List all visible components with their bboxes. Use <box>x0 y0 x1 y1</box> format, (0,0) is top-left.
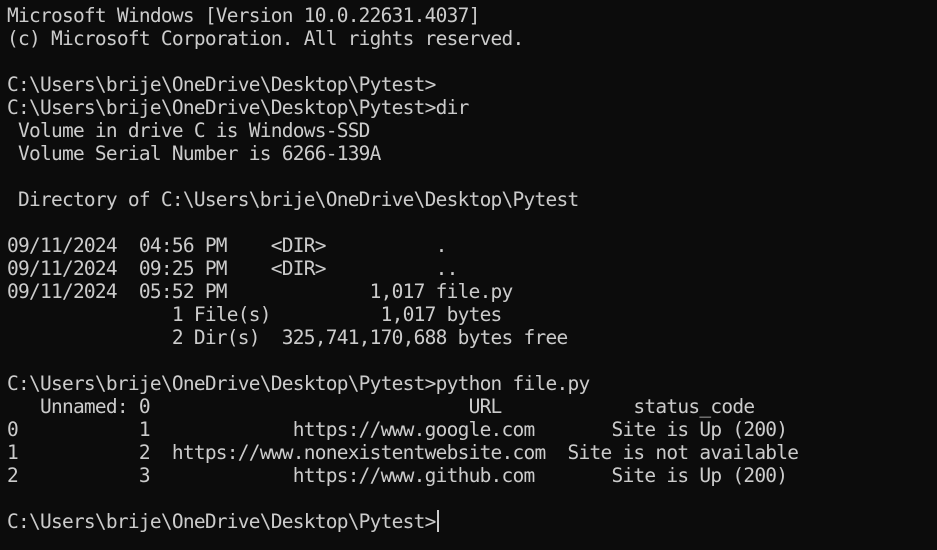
terminal-line-prompt: C:\Users\brije\OneDrive\Desktop\Pytest> <box>7 73 436 96</box>
dir-listing-file-summary: 1 File(s) 1,017 bytes <box>7 303 502 326</box>
terminal-line-volume: Volume in drive C is Windows-SSD <box>7 119 370 142</box>
dir-listing-entry: 09/11/2024 04:56 PM <DIR> . <box>7 234 447 257</box>
dir-listing-dir-summary: 2 Dir(s) 325,741,170,688 bytes free <box>7 326 568 349</box>
terminal-line-copyright: (c) Microsoft Corporation. All rights re… <box>7 27 524 50</box>
terminal-input-line[interactable]: C:\Users\brije\OneDrive\Desktop\Pytest> <box>7 510 937 533</box>
terminal-line-dir-command: C:\Users\brije\OneDrive\Desktop\Pytest>d… <box>7 96 469 119</box>
terminal-line-python-command: C:\Users\brije\OneDrive\Desktop\Pytest>p… <box>7 372 590 395</box>
terminal-line-serial: Volume Serial Number is 6266-139A <box>7 142 381 165</box>
text-cursor <box>436 510 439 532</box>
dataframe-row: 1 2 https://www.nonexistentwebsite.com S… <box>7 441 799 464</box>
dataframe-row: 2 3 https://www.github.com Site is Up (2… <box>7 464 788 487</box>
terminal-current-prompt: C:\Users\brije\OneDrive\Desktop\Pytest> <box>7 510 436 533</box>
dir-listing-entry: 09/11/2024 09:25 PM <DIR> .. <box>7 257 458 280</box>
dataframe-row: 0 1 https://www.google.com Site is Up (2… <box>7 418 788 441</box>
terminal-window[interactable]: Microsoft Windows [Version 10.0.22631.40… <box>0 0 937 550</box>
terminal-line-directory-of: Directory of C:\Users\brije\OneDrive\Des… <box>7 188 579 211</box>
terminal-line-version: Microsoft Windows [Version 10.0.22631.40… <box>7 4 480 27</box>
dir-listing-entry: 09/11/2024 05:52 PM 1,017 file.py <box>7 280 513 303</box>
dataframe-header-row: Unnamed: 0 URL status_code <box>7 395 755 418</box>
